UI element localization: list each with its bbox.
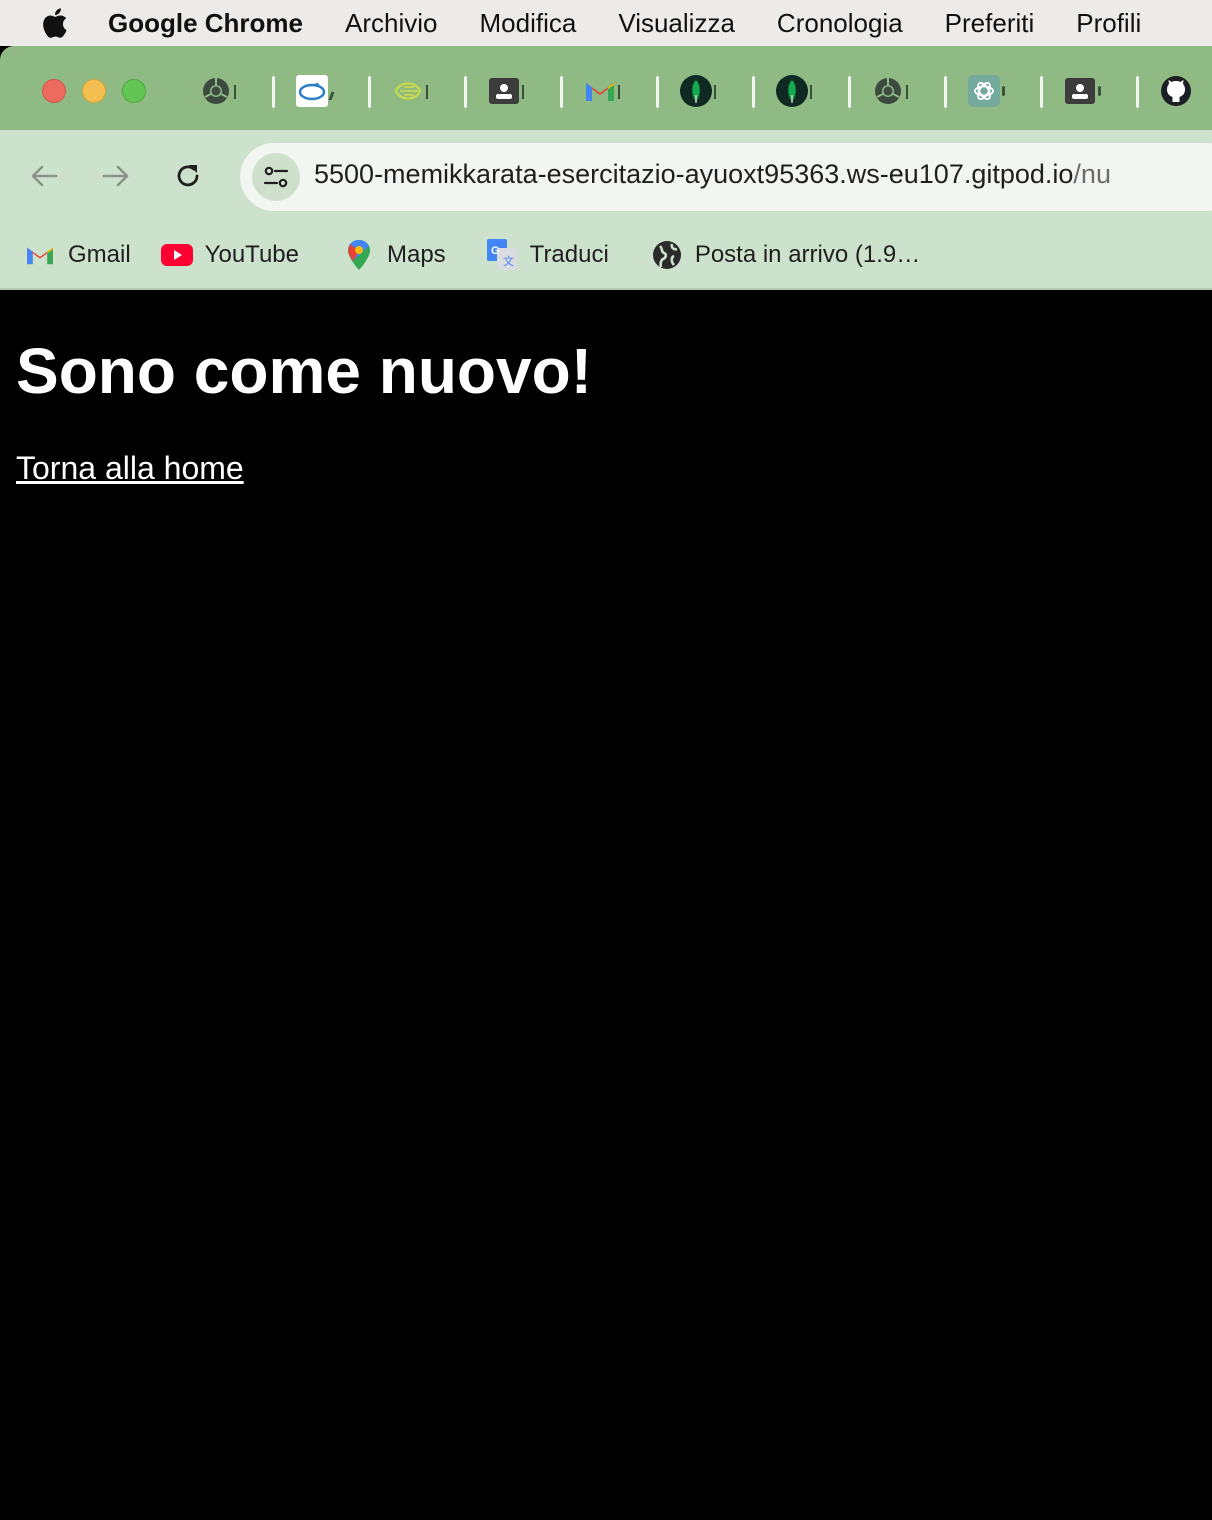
tab[interactable]	[664, 74, 760, 108]
contact-card-icon	[1064, 75, 1096, 107]
menu-preferiti[interactable]: Preferiti	[945, 8, 1035, 39]
tab-title-fragment	[906, 85, 908, 99]
tab-divider	[560, 76, 563, 108]
leaf-app-icon	[392, 75, 424, 107]
tab-divider	[368, 76, 371, 108]
tab[interactable]	[568, 74, 664, 108]
tab-divider	[656, 76, 659, 108]
menu-profili[interactable]: Profili	[1076, 8, 1141, 39]
bookmark-gmail[interactable]: Gmail	[24, 239, 131, 271]
tab-divider	[1040, 76, 1043, 108]
tab-divider	[272, 76, 275, 108]
globe-icon	[651, 239, 683, 271]
tab-title-fragment	[618, 85, 620, 99]
tab[interactable]	[1048, 74, 1144, 108]
menu-archivio[interactable]: Archivio	[345, 8, 437, 39]
url-text: 5500-memikkarata-esercitazio-ayuoxt95363…	[314, 159, 1111, 190]
macos-menu-bar: Google Chrome Archivio Modifica Visualiz…	[0, 0, 1212, 46]
gmail-icon	[24, 239, 56, 271]
chrome-icon	[200, 75, 232, 107]
tab-title-fragment	[522, 85, 524, 99]
youtube-icon	[160, 239, 193, 271]
doc-app-icon	[296, 75, 328, 107]
site-settings-icon[interactable]	[252, 153, 300, 201]
tab[interactable]	[184, 74, 280, 108]
tab[interactable]	[1144, 74, 1212, 108]
tab-title-fragment	[1002, 86, 1005, 96]
back-arrow-icon[interactable]	[24, 156, 64, 196]
tab-divider	[752, 76, 755, 108]
bookmark-label: Posta in arrivo (1.9…	[694, 241, 921, 268]
tab-title-fragment	[1098, 86, 1101, 96]
gmail-icon	[584, 75, 616, 107]
bookmark-maps[interactable]: Maps	[343, 239, 446, 271]
menu-modifica[interactable]: Modifica	[480, 8, 577, 39]
tab-title-fragment	[426, 85, 428, 99]
menu-cronologia[interactable]: Cronologia	[777, 8, 903, 39]
page-viewport: Sono come nuovo! Torna alla home	[0, 292, 1212, 1520]
reload-icon[interactable]	[168, 156, 208, 196]
bookmark-label: Traduci	[529, 241, 609, 268]
bookmark-posta[interactable]: Posta in arrivo (1.9…	[651, 239, 920, 271]
tab-title-fragment	[810, 85, 812, 99]
tab-title-fragment	[714, 85, 716, 99]
tab[interactable]	[856, 74, 952, 108]
forward-arrow-icon[interactable]	[96, 156, 136, 196]
apple-logo-icon[interactable]	[40, 7, 68, 39]
contact-card-icon	[488, 75, 520, 107]
maps-pin-icon	[343, 239, 375, 271]
close-window-button[interactable]	[42, 79, 66, 103]
tab-divider	[1136, 76, 1139, 108]
tab-divider	[944, 76, 947, 108]
bookmarks-bar: Gmail YouTube Maps G文 Traduci Posta in a…	[0, 222, 1212, 290]
bookmark-traduci[interactable]: G文 Traduci	[486, 239, 609, 271]
bookmark-label: Gmail	[68, 241, 131, 268]
tab[interactable]	[376, 74, 472, 108]
url-host: 5500-memikkarata-esercitazio-ayuoxt95363…	[314, 159, 1074, 189]
bookmark-label: YouTube	[204, 241, 299, 268]
home-link[interactable]: Torna alla home	[16, 450, 244, 487]
menu-visualizza[interactable]: Visualizza	[618, 8, 735, 39]
openai-icon	[968, 75, 1000, 107]
tab[interactable]	[472, 74, 568, 108]
bookmark-label: Maps	[386, 241, 446, 268]
mongodb-leaf-icon	[680, 75, 712, 107]
address-bar[interactable]: 5500-memikkarata-esercitazio-ayuoxt95363…	[240, 143, 1212, 211]
tab-strip	[0, 46, 1212, 130]
svg-text:文: 文	[503, 254, 514, 268]
tab-divider	[464, 76, 467, 108]
tab-divider	[848, 76, 851, 108]
chrome-icon	[872, 75, 904, 107]
mongodb-leaf-icon	[776, 75, 808, 107]
tab[interactable]	[760, 74, 856, 108]
tab[interactable]	[952, 74, 1048, 108]
svg-text:G: G	[491, 245, 500, 257]
tab-title-fragment	[328, 92, 335, 100]
minimize-window-button[interactable]	[82, 79, 106, 103]
tab-title-fragment	[234, 85, 236, 99]
page-heading: Sono come nuovo!	[16, 335, 592, 407]
translate-icon: G文	[486, 239, 518, 271]
bookmark-youtube[interactable]: YouTube	[160, 239, 299, 271]
menu-app-name[interactable]: Google Chrome	[108, 8, 303, 39]
url-path: /nu	[1073, 159, 1111, 189]
tab[interactable]	[280, 74, 376, 108]
github-icon	[1160, 75, 1192, 107]
zoom-window-button[interactable]	[122, 79, 146, 103]
browser-toolbar: 5500-memikkarata-esercitazio-ayuoxt95363…	[0, 130, 1212, 222]
